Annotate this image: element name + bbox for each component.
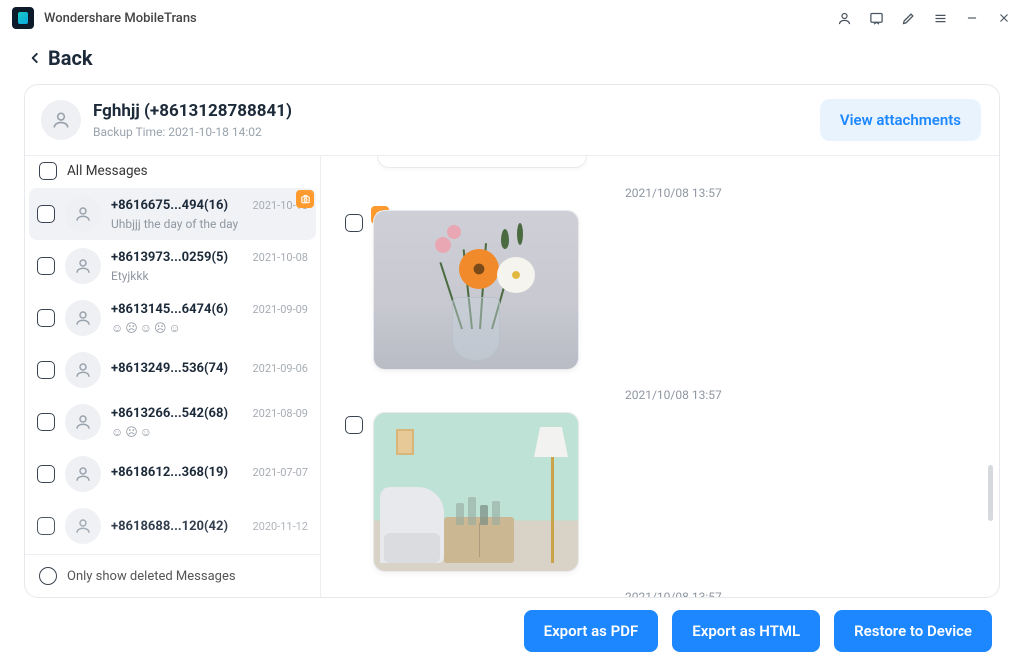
conversation-item[interactable]: +8618688...120(42) 2020-11-12 [25,500,320,552]
conversation-title: +8613266...542(68) [111,406,228,421]
titlebar-actions [836,10,1012,26]
conversation-title: +8613145...6474(6) [111,302,228,317]
message-row [345,412,975,572]
conversation-title: +8613973...0259(5) [111,250,228,265]
message-timestamp: 2021/10/08 13:57 [625,388,975,402]
conversation-preview: ☺☹☺☹☺ [111,321,308,335]
card-body: All Messages +8616675...494(16) 2021-10-… [25,156,999,597]
conversation-preview: ☺☹☺ [111,425,308,439]
chevron-left-icon [28,49,42,67]
message-timestamp: 2021/10/08 13:57 [625,186,975,200]
contact-name: Fghhjj (+8613128788841) [93,101,292,121]
minimize-icon[interactable] [964,10,980,26]
scrollbar[interactable] [988,465,993,521]
previous-message-peek [377,156,587,168]
edit-icon[interactable] [900,10,916,26]
backup-time: Backup Time: 2021-10-18 14:02 [93,125,292,139]
back-label: Back [48,46,93,70]
conversation-title: +8616675...494(16) [111,198,228,213]
conversation-date: 2021-08-09 [252,407,308,420]
conversation-title: +8618688...120(42) [111,519,228,534]
all-messages-toggle[interactable]: All Messages [25,156,320,188]
conversation-sidebar: All Messages +8616675...494(16) 2021-10-… [25,156,321,597]
avatar-icon [65,196,101,232]
conversation-title: +8613249...536(74) [111,361,228,376]
attachment-badge-icon [296,190,314,208]
conversation-date: 2021-07-07 [252,466,308,479]
conversation-item[interactable]: +8613973...0259(5) 2021-10-08 Etyjkkk [25,240,320,292]
checkbox-icon[interactable] [345,416,363,434]
app-logo [12,7,34,29]
conversation-date: 2021-10-08 [252,251,308,264]
conversation-item[interactable]: +8613249...536(74) 2021-09-06 [25,344,320,396]
image-message[interactable] [373,210,579,370]
conversation-date: 2020-11-12 [252,520,308,533]
only-deleted-label: Only show deleted Messages [67,569,236,584]
radio-icon[interactable] [39,567,57,585]
checkbox-icon[interactable] [37,257,55,275]
feedback-icon[interactable] [868,10,884,26]
checkbox-icon[interactable] [37,413,55,431]
checkbox-icon[interactable] [39,162,57,180]
contact-info: Fghhjj (+8613128788841) Backup Time: 202… [93,101,292,139]
all-messages-label: All Messages [67,163,148,179]
avatar-icon [65,300,101,336]
message-pane: 2021/10/08 13:57 [321,156,999,597]
checkbox-icon[interactable] [345,214,363,232]
conversation-item[interactable]: +8613266...542(68) 2021-08-09 ☺☹☺ [25,396,320,448]
checkbox-icon[interactable] [37,309,55,327]
avatar-icon [65,404,101,440]
conversation-item[interactable]: +8613145...6474(6) 2021-09-09 ☺☹☺☹☺ [25,292,320,344]
title-bar: Wondershare MobileTrans [0,0,1024,36]
conversation-date: 2021-09-09 [252,303,308,316]
menu-icon[interactable] [932,10,948,26]
view-attachments-button[interactable]: View attachments [820,99,981,141]
only-deleted-toggle[interactable]: Only show deleted Messages [25,554,320,597]
conversation-preview: Etyjkkk [111,269,308,283]
conversation-title: +8618612...368(19) [111,465,228,480]
action-bar: Export as PDF Export as HTML Restore to … [0,598,1024,664]
checkbox-icon[interactable] [37,465,55,483]
card-header: Fghhjj (+8613128788841) Backup Time: 202… [25,85,999,156]
avatar-icon [65,456,101,492]
account-icon[interactable] [836,10,852,26]
restore-device-button[interactable]: Restore to Device [834,610,992,652]
export-html-button[interactable]: Export as HTML [672,610,820,652]
image-message[interactable] [373,412,579,572]
app-title: Wondershare MobileTrans [44,11,197,26]
back-button[interactable]: Back [0,40,1024,76]
close-icon[interactable] [996,10,1012,26]
avatar-icon [65,508,101,544]
content-card: Fghhjj (+8613128788841) Backup Time: 202… [24,84,1000,598]
avatar-icon [65,248,101,284]
conversation-item[interactable]: +8618612...368(19) 2021-07-07 [25,448,320,500]
avatar-icon [65,352,101,388]
conversation-list: +8616675...494(16) 2021-10-18 Uhbjjj the… [25,188,320,554]
checkbox-icon[interactable] [37,361,55,379]
conversation-date: 2021-09-06 [252,362,308,375]
message-row [345,210,975,370]
checkbox-icon[interactable] [37,205,55,223]
checkbox-icon[interactable] [37,517,55,535]
conversation-item[interactable]: +8616675...494(16) 2021-10-18 Uhbjjj the… [29,188,316,240]
contact-avatar [41,100,81,140]
message-timestamp: 2021/10/08 13:57 [625,590,975,597]
export-pdf-button[interactable]: Export as PDF [524,610,659,652]
conversation-preview: Uhbjjj the day of the day [111,217,308,231]
